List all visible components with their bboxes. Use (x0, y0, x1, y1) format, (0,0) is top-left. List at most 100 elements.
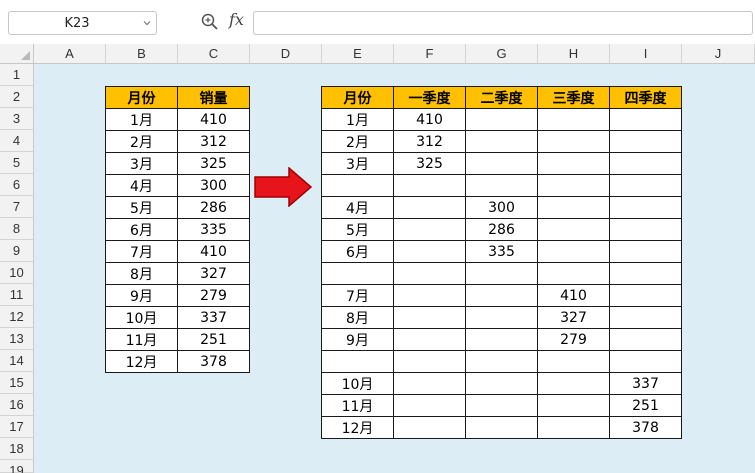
row-header-7[interactable]: 7 (0, 196, 34, 218)
table-cell[interactable]: 378 (609, 416, 682, 439)
table-cell[interactable] (393, 328, 466, 351)
table-cell[interactable]: 10月 (105, 306, 178, 329)
header-cell-q1[interactable]: 一季度 (393, 86, 466, 109)
table-cell[interactable] (465, 262, 538, 285)
table-cell[interactable] (609, 306, 682, 329)
row-header-15[interactable]: 15 (0, 372, 34, 394)
table-cell[interactable]: 337 (609, 372, 682, 395)
column-header-h[interactable]: H (538, 44, 610, 64)
table-cell[interactable] (465, 372, 538, 395)
table-cell[interactable] (393, 306, 466, 329)
row-header-19[interactable]: 19 (0, 460, 34, 473)
table-cell[interactable] (465, 394, 538, 417)
table-cell[interactable]: 251 (177, 328, 250, 351)
row-header-5[interactable]: 5 (0, 152, 34, 174)
table-cell[interactable]: 8月 (321, 306, 394, 329)
table-cell[interactable] (321, 350, 394, 373)
table-cell[interactable]: 7月 (321, 284, 394, 307)
table-cell[interactable] (393, 240, 466, 263)
header-cell-q4[interactable]: 四季度 (609, 86, 682, 109)
table-cell[interactable]: 6月 (321, 240, 394, 263)
table-cell[interactable]: 12月 (105, 350, 178, 373)
row-header-4[interactable]: 4 (0, 130, 34, 152)
row-header-14[interactable]: 14 (0, 350, 34, 372)
column-header-d[interactable]: D (250, 44, 322, 64)
table-cell[interactable] (465, 306, 538, 329)
table-cell[interactable] (537, 130, 610, 153)
column-header-c[interactable]: C (178, 44, 250, 64)
row-header-17[interactable]: 17 (0, 416, 34, 438)
table-cell[interactable]: 286 (465, 218, 538, 241)
table-cell[interactable]: 9月 (105, 284, 178, 307)
table-cell[interactable]: 251 (609, 394, 682, 417)
table-cell[interactable] (609, 196, 682, 219)
table-cell[interactable]: 3月 (105, 152, 178, 175)
header-cell-month[interactable]: 月份 (105, 86, 178, 109)
row-header-8[interactable]: 8 (0, 218, 34, 240)
table-cell[interactable] (393, 394, 466, 417)
table-cell[interactable] (393, 350, 466, 373)
table-cell[interactable]: 1月 (105, 108, 178, 131)
table-cell[interactable] (537, 174, 610, 197)
table-cell[interactable] (537, 372, 610, 395)
row-header-13[interactable]: 13 (0, 328, 34, 350)
column-header-e[interactable]: E (322, 44, 394, 64)
row-header-11[interactable]: 11 (0, 284, 34, 306)
name-box[interactable]: K23 (8, 11, 157, 35)
column-header-g[interactable]: G (466, 44, 538, 64)
table-cell[interactable] (321, 262, 394, 285)
table-cell[interactable] (537, 416, 610, 439)
table-cell[interactable]: 2月 (321, 130, 394, 153)
table-cell[interactable]: 6月 (105, 218, 178, 241)
row-header-6[interactable]: 6 (0, 174, 34, 196)
table-cell[interactable]: 279 (537, 328, 610, 351)
column-header-i[interactable]: I (610, 44, 682, 64)
table-cell[interactable]: 2月 (105, 130, 178, 153)
row-header-12[interactable]: 12 (0, 306, 34, 328)
table-cell[interactable]: 325 (177, 152, 250, 175)
table-cell[interactable] (465, 416, 538, 439)
table-cell[interactable] (465, 350, 538, 373)
column-header-f[interactable]: F (394, 44, 466, 64)
table-cell[interactable] (609, 350, 682, 373)
table-cell[interactable]: 327 (177, 262, 250, 285)
table-cell[interactable] (465, 174, 538, 197)
table-cell[interactable] (609, 240, 682, 263)
table-cell[interactable] (393, 372, 466, 395)
table-cell[interactable] (465, 284, 538, 307)
row-header-2[interactable]: 2 (0, 86, 34, 108)
select-all-corner[interactable] (0, 44, 34, 64)
table-cell[interactable] (609, 328, 682, 351)
row-header-9[interactable]: 9 (0, 240, 34, 262)
table-cell[interactable] (609, 108, 682, 131)
table-cell[interactable] (393, 196, 466, 219)
row-header-16[interactable]: 16 (0, 394, 34, 416)
table-cell[interactable] (393, 174, 466, 197)
table-cell[interactable]: 300 (177, 174, 250, 197)
table-cell[interactable]: 4月 (321, 196, 394, 219)
row-header-10[interactable]: 10 (0, 262, 34, 284)
table-cell[interactable]: 300 (465, 196, 538, 219)
table-cell[interactable]: 312 (177, 130, 250, 153)
table-cell[interactable]: 1月 (321, 108, 394, 131)
table-cell[interactable]: 8月 (105, 262, 178, 285)
header-cell-q2[interactable]: 二季度 (465, 86, 538, 109)
table-cell[interactable] (609, 130, 682, 153)
chevron-down-icon[interactable] (143, 19, 151, 27)
formula-input[interactable] (253, 11, 753, 35)
row-header-3[interactable]: 3 (0, 108, 34, 130)
table-cell[interactable]: 12月 (321, 416, 394, 439)
table-cell[interactable]: 7月 (105, 240, 178, 263)
header-cell-q3[interactable]: 三季度 (537, 86, 610, 109)
table-cell[interactable]: 325 (393, 152, 466, 175)
table-cell[interactable]: 335 (177, 218, 250, 241)
table-cell[interactable]: 3月 (321, 152, 394, 175)
table-cell[interactable]: 410 (537, 284, 610, 307)
table-cell[interactable]: 5月 (105, 196, 178, 219)
table-cell[interactable] (537, 262, 610, 285)
table-cell[interactable] (609, 218, 682, 241)
column-header-a[interactable]: A (34, 44, 106, 64)
table-cell[interactable] (393, 262, 466, 285)
table-cell[interactable]: 410 (393, 108, 466, 131)
table-cell[interactable]: 11月 (105, 328, 178, 351)
